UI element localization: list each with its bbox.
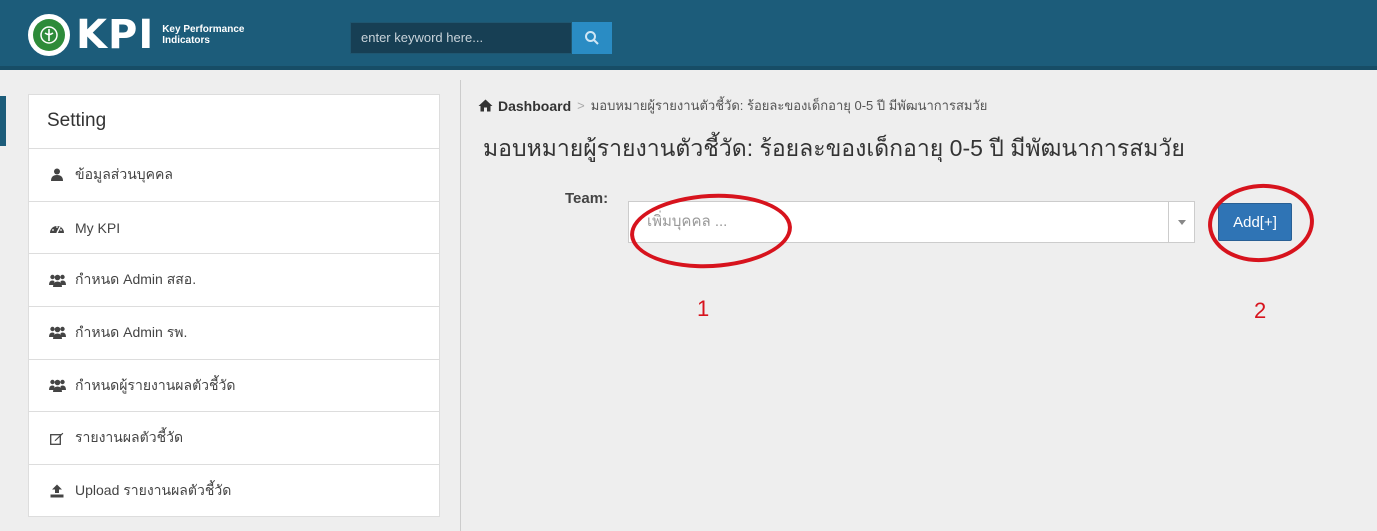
sidebar-item-label: My KPI (75, 219, 121, 236)
breadcrumb-home[interactable]: Dashboard (478, 98, 571, 114)
search-icon (585, 31, 599, 45)
upload-icon (47, 483, 67, 499)
home-icon (478, 99, 493, 112)
logo[interactable]: KPI Key Performance Indicators (28, 14, 252, 56)
dropdown-toggle[interactable] (1168, 202, 1194, 242)
sidebar-item-my-kpi[interactable]: My KPI (29, 202, 439, 255)
users-icon (47, 325, 67, 341)
sidebar-item-label: กำหนด Admin รพ. (75, 323, 188, 340)
breadcrumb-current: มอบหมายผู้รายงานตัวชี้วัด: ร้อยละของเด็ก… (590, 98, 988, 113)
search-input[interactable]: enter keyword here... (350, 22, 572, 54)
sidebar-item-label: ข้อมูลส่วนบุคคล (75, 165, 173, 182)
top-navbar: KPI Key Performance Indicators enter key… (0, 0, 1377, 70)
team-label: Team: (565, 190, 609, 207)
sidebar-item-label: รายงานผลตัวชี้วัด (75, 429, 184, 446)
annotation-circle-2 (1205, 180, 1317, 266)
search-bar: enter keyword here... (350, 22, 612, 54)
user-icon (47, 167, 67, 183)
sidebar-title: Setting (29, 95, 439, 149)
sidebar-item-admin-district[interactable]: กำหนด Admin สสอ. (29, 254, 439, 308)
settings-sidebar: Setting ข้อมูลส่วนบุคคล My KPI กำหนด Adm… (28, 94, 440, 517)
annotation-label-2: 2 (1254, 298, 1267, 323)
sidebar-item-profile[interactable]: ข้อมูลส่วนบุคคล (29, 149, 439, 202)
search-button[interactable] (572, 22, 612, 54)
sidebar-item-label: กำหนด Admin สสอ. (75, 271, 197, 288)
edit-icon (47, 430, 67, 446)
page-edge-accent (0, 96, 6, 146)
annotation-label-1: 1 (697, 296, 710, 321)
users-icon (47, 378, 67, 394)
page-title: มอบหมายผู้รายงานตัวชี้วัด: ร้อยละของเด็ก… (483, 135, 1185, 161)
dashboard-icon (47, 220, 67, 236)
sidebar-item-label: กำหนดผู้รายงานผลตัวชี้วัด (75, 376, 236, 393)
users-icon (47, 272, 67, 288)
sidebar-item-label: Upload รายงานผลตัวชี้วัด (75, 482, 232, 499)
logo-subtitle: Key Performance Indicators (162, 24, 245, 46)
sidebar-item-upload-report[interactable]: Upload รายงานผลตัวชี้วัด (29, 465, 439, 518)
breadcrumb: Dashboard > มอบหมายผู้รายงานตัวชี้วัด: ร… (478, 95, 987, 116)
sidebar-item-kpi-report[interactable]: รายงานผลตัวชี้วัด (29, 412, 439, 466)
logo-text: KPI (76, 12, 155, 58)
sidebar-item-admin-hospital[interactable]: กำหนด Admin รพ. (29, 307, 439, 360)
ministry-seal-icon (28, 14, 70, 56)
breadcrumb-separator: > (577, 98, 585, 113)
caret-down-icon (1177, 219, 1186, 225)
sidebar-item-assign-reporter[interactable]: กำหนดผู้รายงานผลตัวชี้วัด (29, 360, 439, 413)
content-divider (460, 80, 461, 531)
